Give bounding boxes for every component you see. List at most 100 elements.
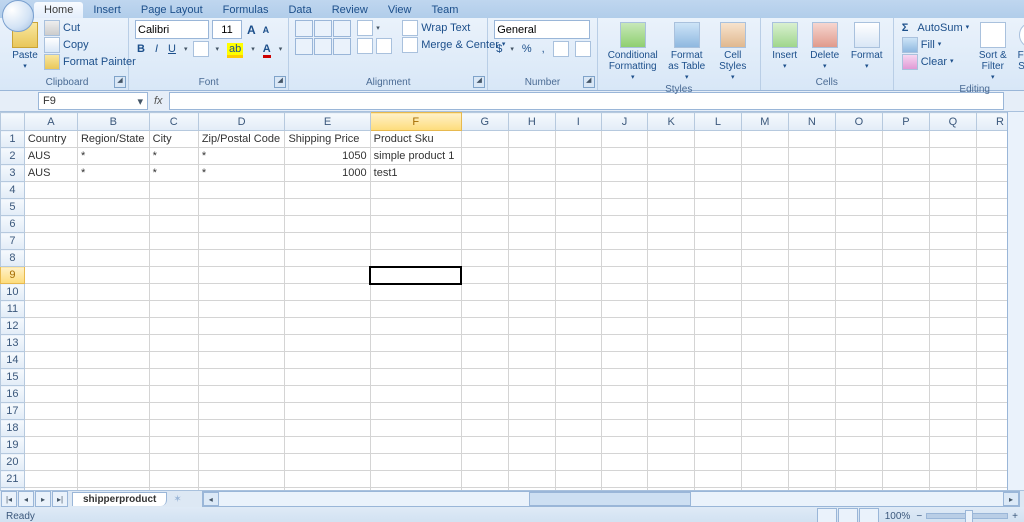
col-header-O[interactable]: O <box>835 113 882 131</box>
cell-O18[interactable] <box>835 420 882 437</box>
cell-M8[interactable] <box>741 250 788 267</box>
cell-F10[interactable] <box>370 284 461 301</box>
cell-Q5[interactable] <box>929 199 976 216</box>
cell-M14[interactable] <box>741 352 788 369</box>
cell-A7[interactable] <box>24 233 77 250</box>
cell-G20[interactable] <box>461 454 508 471</box>
cell-D5[interactable] <box>198 199 285 216</box>
cell-H15[interactable] <box>508 369 555 386</box>
cell-O7[interactable] <box>835 233 882 250</box>
cell-J11[interactable] <box>601 301 647 318</box>
cell-O14[interactable] <box>835 352 882 369</box>
cell-M11[interactable] <box>741 301 788 318</box>
cell-O9[interactable] <box>835 267 882 284</box>
cell-L22[interactable] <box>695 488 742 491</box>
cell-K12[interactable] <box>648 318 695 335</box>
cell-G22[interactable] <box>461 488 508 491</box>
cell-F5[interactable] <box>370 199 461 216</box>
view-pagebreak-button[interactable] <box>859 508 879 522</box>
cell-B15[interactable] <box>77 369 149 386</box>
clipboard-dialog-launcher[interactable]: ◢ <box>114 76 126 88</box>
cell-B4[interactable] <box>77 182 149 199</box>
cell-O21[interactable] <box>835 471 882 488</box>
cell-B11[interactable] <box>77 301 149 318</box>
cell-P9[interactable] <box>882 267 929 284</box>
scroll-thumb[interactable] <box>529 492 691 506</box>
cell-G10[interactable] <box>461 284 508 301</box>
cell-D18[interactable] <box>198 420 285 437</box>
cell-N7[interactable] <box>788 233 835 250</box>
comma-button[interactable]: , <box>540 41 547 57</box>
cell-D2[interactable]: * <box>198 148 285 165</box>
cell-E7[interactable] <box>285 233 370 250</box>
cell-P2[interactable] <box>882 148 929 165</box>
cell-K6[interactable] <box>648 216 695 233</box>
cell-M2[interactable] <box>741 148 788 165</box>
cell-H20[interactable] <box>508 454 555 471</box>
cell-N14[interactable] <box>788 352 835 369</box>
conditional-formatting-button[interactable]: Conditional Formatting▾ <box>604 20 662 83</box>
sheet-tab-active[interactable]: shipperproduct <box>72 492 167 506</box>
cell-C3[interactable]: * <box>149 165 198 182</box>
cell-K10[interactable] <box>648 284 695 301</box>
tab-home[interactable]: Home <box>34 2 83 18</box>
cell-J1[interactable] <box>601 131 647 148</box>
format-button[interactable]: Format▾ <box>847 20 887 72</box>
cell-M7[interactable] <box>741 233 788 250</box>
cell-P22[interactable] <box>882 488 929 491</box>
cell-M4[interactable] <box>741 182 788 199</box>
font-color-button[interactable]: A <box>261 41 273 57</box>
cell-H1[interactable] <box>508 131 555 148</box>
cell-P18[interactable] <box>882 420 929 437</box>
cell-N8[interactable] <box>788 250 835 267</box>
cell-C19[interactable] <box>149 437 198 454</box>
cell-O1[interactable] <box>835 131 882 148</box>
row-header-2[interactable]: 2 <box>1 148 25 165</box>
cell-M18[interactable] <box>741 420 788 437</box>
cell-I20[interactable] <box>555 454 601 471</box>
row-header-12[interactable]: 12 <box>1 318 25 335</box>
cell-H2[interactable] <box>508 148 555 165</box>
autosum-button[interactable]: Σ AutoSum▾ <box>900 20 971 36</box>
cell-L20[interactable] <box>695 454 742 471</box>
cell-C2[interactable]: * <box>149 148 198 165</box>
cell-G8[interactable] <box>461 250 508 267</box>
name-box[interactable]: F9▾ <box>38 92 148 110</box>
row-header-14[interactable]: 14 <box>1 352 25 369</box>
cell-F18[interactable] <box>370 420 461 437</box>
cell-L19[interactable] <box>695 437 742 454</box>
cell-O15[interactable] <box>835 369 882 386</box>
cell-N2[interactable] <box>788 148 835 165</box>
cell-H10[interactable] <box>508 284 555 301</box>
cell-K15[interactable] <box>648 369 695 386</box>
col-header-F[interactable]: F <box>370 113 461 131</box>
cell-E4[interactable] <box>285 182 370 199</box>
cell-N16[interactable] <box>788 386 835 403</box>
vertical-scrollbar[interactable] <box>1007 112 1024 490</box>
cell-L15[interactable] <box>695 369 742 386</box>
cell-M16[interactable] <box>741 386 788 403</box>
cell-M15[interactable] <box>741 369 788 386</box>
cell-M9[interactable] <box>741 267 788 284</box>
cell-F13[interactable] <box>370 335 461 352</box>
cell-F3[interactable]: test1 <box>370 165 461 182</box>
row-header-1[interactable]: 1 <box>1 131 25 148</box>
cell-O2[interactable] <box>835 148 882 165</box>
cell-L16[interactable] <box>695 386 742 403</box>
col-header-A[interactable]: A <box>24 113 77 131</box>
cell-J6[interactable] <box>601 216 647 233</box>
cell-J20[interactable] <box>601 454 647 471</box>
cell-N21[interactable] <box>788 471 835 488</box>
cell-L1[interactable] <box>695 131 742 148</box>
cell-C13[interactable] <box>149 335 198 352</box>
cell-G1[interactable] <box>461 131 508 148</box>
cell-B20[interactable] <box>77 454 149 471</box>
cell-I19[interactable] <box>555 437 601 454</box>
col-header-K[interactable]: K <box>648 113 695 131</box>
cell-E20[interactable] <box>285 454 370 471</box>
font-size-select[interactable] <box>212 20 242 39</box>
cell-O12[interactable] <box>835 318 882 335</box>
select-all-corner[interactable] <box>1 113 25 131</box>
cell-N10[interactable] <box>788 284 835 301</box>
cell-E16[interactable] <box>285 386 370 403</box>
